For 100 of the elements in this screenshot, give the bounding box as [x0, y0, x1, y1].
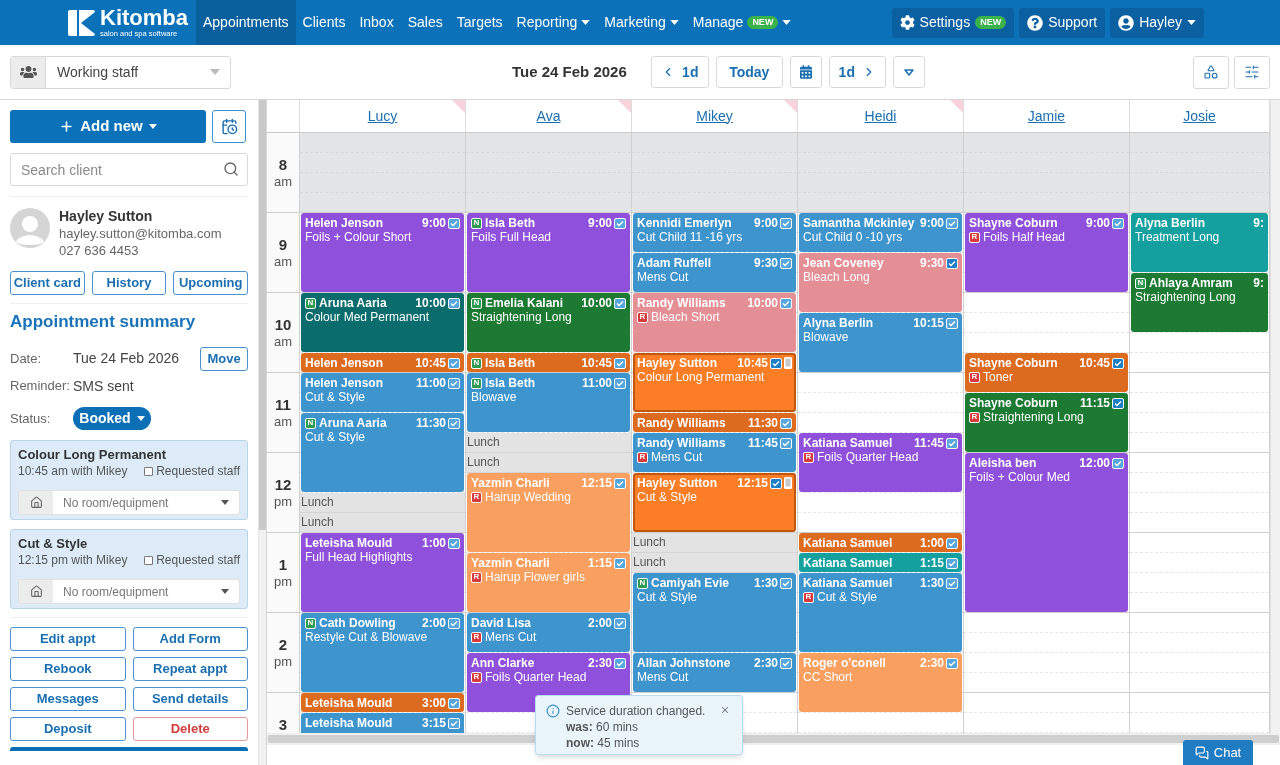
appointment-block[interactable]: N Isla Beth 10:45 [467, 353, 630, 372]
client-name: Shayne Coburn [969, 396, 1058, 410]
client-name: Emelia Kalani [485, 296, 564, 310]
room-select[interactable]: No room/equipment [18, 579, 240, 604]
appointment-block[interactable]: Alyna Berlin 9: Treatment Long [1131, 213, 1268, 272]
appointment-time: 9:30 [753, 256, 778, 270]
staff-name-link[interactable]: Ava [536, 105, 561, 127]
appointment-block[interactable]: Randy Williams 10:00 R Bleach Short [633, 293, 796, 352]
appointment-time: 11:00 [415, 376, 446, 390]
service-name: Treatment Long [1135, 230, 1220, 244]
appointment-block[interactable]: Helen Jenson 11:00 Cut & Style [301, 373, 464, 412]
appointment-action-button[interactable]: Edit appt [10, 627, 126, 651]
appointment-block[interactable]: Randy Williams 11:30 [633, 413, 796, 432]
appointment-block[interactable]: Adam Ruffell 9:30 Mens Cut [633, 253, 796, 292]
appointment-block[interactable]: Kennidi Emerlyn 9:00 Cut Child 11 -16 yrs [633, 213, 796, 252]
appointment-block[interactable]: N Camiyah Evie 1:30 Cut & Style [633, 573, 796, 652]
appointment-block[interactable]: Katiana Samuel 1:15 [799, 553, 962, 572]
appointment-block[interactable]: Leteisha Mould 1:00 Full Head Highlights [301, 533, 464, 612]
appointment-time: 9: [1253, 216, 1264, 230]
appointment-block[interactable]: Shayne Coburn 9:00 R Foils Half Head [965, 213, 1128, 292]
appointment-block[interactable]: N Aruna Aaria 10:00 Colour Med Permanent [301, 293, 464, 352]
nav-action-button[interactable]: Support [1019, 7, 1106, 38]
previous-day-button[interactable]: 1d [650, 56, 709, 88]
nav-link[interactable]: Manage NEW [685, 0, 799, 45]
appointment-block[interactable]: N Cath Dowling 2:00 Restyle Cut & Blowave [301, 613, 464, 692]
appointment-block[interactable]: David Lisa 2:00 R Mens Cut [467, 613, 630, 652]
appointment-block[interactable]: Katiana Samuel 1:30 R Cut & Style [799, 573, 962, 652]
appointment-action-button[interactable]: Messages [10, 687, 126, 711]
room-select[interactable]: No room/equipment [18, 490, 240, 515]
appointment-block[interactable]: Yazmin Charli 12:15 R Hairup Wedding [467, 473, 630, 552]
client-name: Hayley Sutton [637, 356, 717, 370]
shapes-button[interactable] [1193, 55, 1229, 89]
appointment-block[interactable]: N Isla Beth 9:00 Foils Full Head [467, 213, 630, 292]
nav-link[interactable]: Marketing [597, 0, 686, 45]
appointment-block[interactable]: N Aruna Aaria 11:30 Cut & Style [301, 413, 464, 492]
move-button[interactable]: Move [200, 346, 248, 371]
appointment-block[interactable]: N Emelia Kalani 10:00 Straightening Long [467, 293, 630, 352]
appointment-block[interactable]: Katiana Samuel 11:45 R Foils Quarter Head [799, 433, 962, 492]
client-action-button[interactable]: History [91, 271, 167, 295]
appointment-action-button[interactable]: Send details [132, 687, 248, 711]
calendar-button[interactable] [212, 110, 246, 143]
appointment-action-button[interactable]: Add Form [132, 627, 248, 651]
appointment-block[interactable]: Shayne Coburn 11:15 R Straightening Long [965, 393, 1128, 452]
vertical-scrollbar[interactable] [1270, 100, 1280, 733]
appointment-block[interactable]: Leteisha Mould 3:00 [301, 693, 464, 712]
staff-name-link[interactable]: Heidi [864, 105, 897, 127]
appointment-action-button[interactable]: Deposit [10, 717, 126, 741]
settings-sliders-button[interactable] [1234, 55, 1270, 89]
nav-link[interactable]: Targets [449, 0, 510, 45]
nav-link[interactable]: Clients [295, 0, 353, 45]
chat-button[interactable]: Chat [1183, 740, 1253, 765]
more-dates-button[interactable] [892, 56, 925, 88]
staff-name-link[interactable]: Jamie [1027, 105, 1066, 127]
status-dropdown[interactable]: Booked [73, 407, 151, 430]
appointment-action-button[interactable]: Delete [132, 717, 248, 741]
service-name: Hairup Wedding [485, 490, 571, 504]
caret-down-icon [1187, 20, 1196, 25]
appointment-action-button[interactable]: Repeat appt [132, 657, 248, 681]
today-button[interactable]: Today [715, 56, 783, 88]
nav-link[interactable]: Appointments [196, 0, 296, 45]
appointment-action-button[interactable]: Rebook [10, 657, 126, 681]
appointment-block[interactable]: Helen Jenson 9:00 Foils + Colour Short [301, 213, 464, 292]
appointment-block[interactable]: Jean Coveney 9:30 Bleach Long [799, 253, 962, 312]
appointment-block[interactable]: Allan Johnstone 2:30 Mens Cut [633, 653, 796, 692]
appointment-block[interactable]: Katiana Samuel 1:00 [799, 533, 962, 552]
add-new-button[interactable]: Add new [10, 110, 206, 143]
appointment-block[interactable]: Shayne Coburn 10:45 R Toner [965, 353, 1128, 392]
nav-action-button[interactable]: Hayley [1110, 7, 1204, 38]
next-day-button[interactable]: 1d [828, 56, 886, 88]
hour-label: 9 [278, 237, 288, 253]
appointment-block[interactable]: Helen Jenson 10:45 [301, 353, 464, 372]
appointment-time: 10:45 [581, 356, 612, 370]
checkbox[interactable] [144, 466, 154, 476]
client-tag: N [305, 617, 316, 629]
close-icon[interactable] [720, 705, 730, 715]
calendar-icon [799, 65, 812, 79]
appointment-block[interactable]: N Ahlaya Amram 9: Straightening Long [1131, 273, 1268, 332]
staff-name-link[interactable]: Lucy [367, 105, 398, 127]
nav-link[interactable]: Inbox [352, 0, 401, 45]
nav-link[interactable]: Reporting [509, 0, 598, 45]
appointment-block[interactable]: Samantha Mckinley 9:00 Cut Child 0 -10 yrs [799, 213, 962, 252]
appointment-block[interactable]: Leteisha Mould 3:15 [301, 713, 464, 733]
appointment-block[interactable]: Alyna Berlin 10:15 Blowave [799, 313, 962, 372]
nav-action-button[interactable]: Settings NEW [891, 7, 1015, 38]
client-action-button[interactable]: Upcoming [173, 271, 248, 295]
client-action-button[interactable]: Client card [10, 271, 85, 295]
sidebar-scrollbar[interactable] [258, 100, 266, 765]
staff-name-link[interactable]: Mikey [696, 105, 733, 127]
service-tag: R [637, 451, 648, 463]
staff-name-link[interactable]: Josie [1183, 105, 1216, 127]
checkbox[interactable] [144, 555, 154, 565]
appointment-block[interactable]: Hayley Sutton 10:45 Colour Long Permanent [633, 353, 796, 412]
appointment-block[interactable]: Yazmin Charli 1:15 R Hairup Flower girls [467, 553, 630, 612]
appointment-block[interactable]: Hayley Sutton 12:15 Cut & Style [633, 473, 796, 532]
appointment-block[interactable]: N Isla Beth 11:00 Blowave [467, 373, 630, 432]
staff-filter-select[interactable]: Working staff [10, 55, 231, 89]
nav-link[interactable]: Sales [400, 0, 450, 45]
appointment-block[interactable]: Aleisha ben 12:00 Foils + Colour Med [965, 453, 1128, 612]
search-field[interactable]: Search client [10, 153, 248, 186]
appointment-block[interactable]: Randy Williams 11:45 R Mens Cut [633, 433, 796, 472]
